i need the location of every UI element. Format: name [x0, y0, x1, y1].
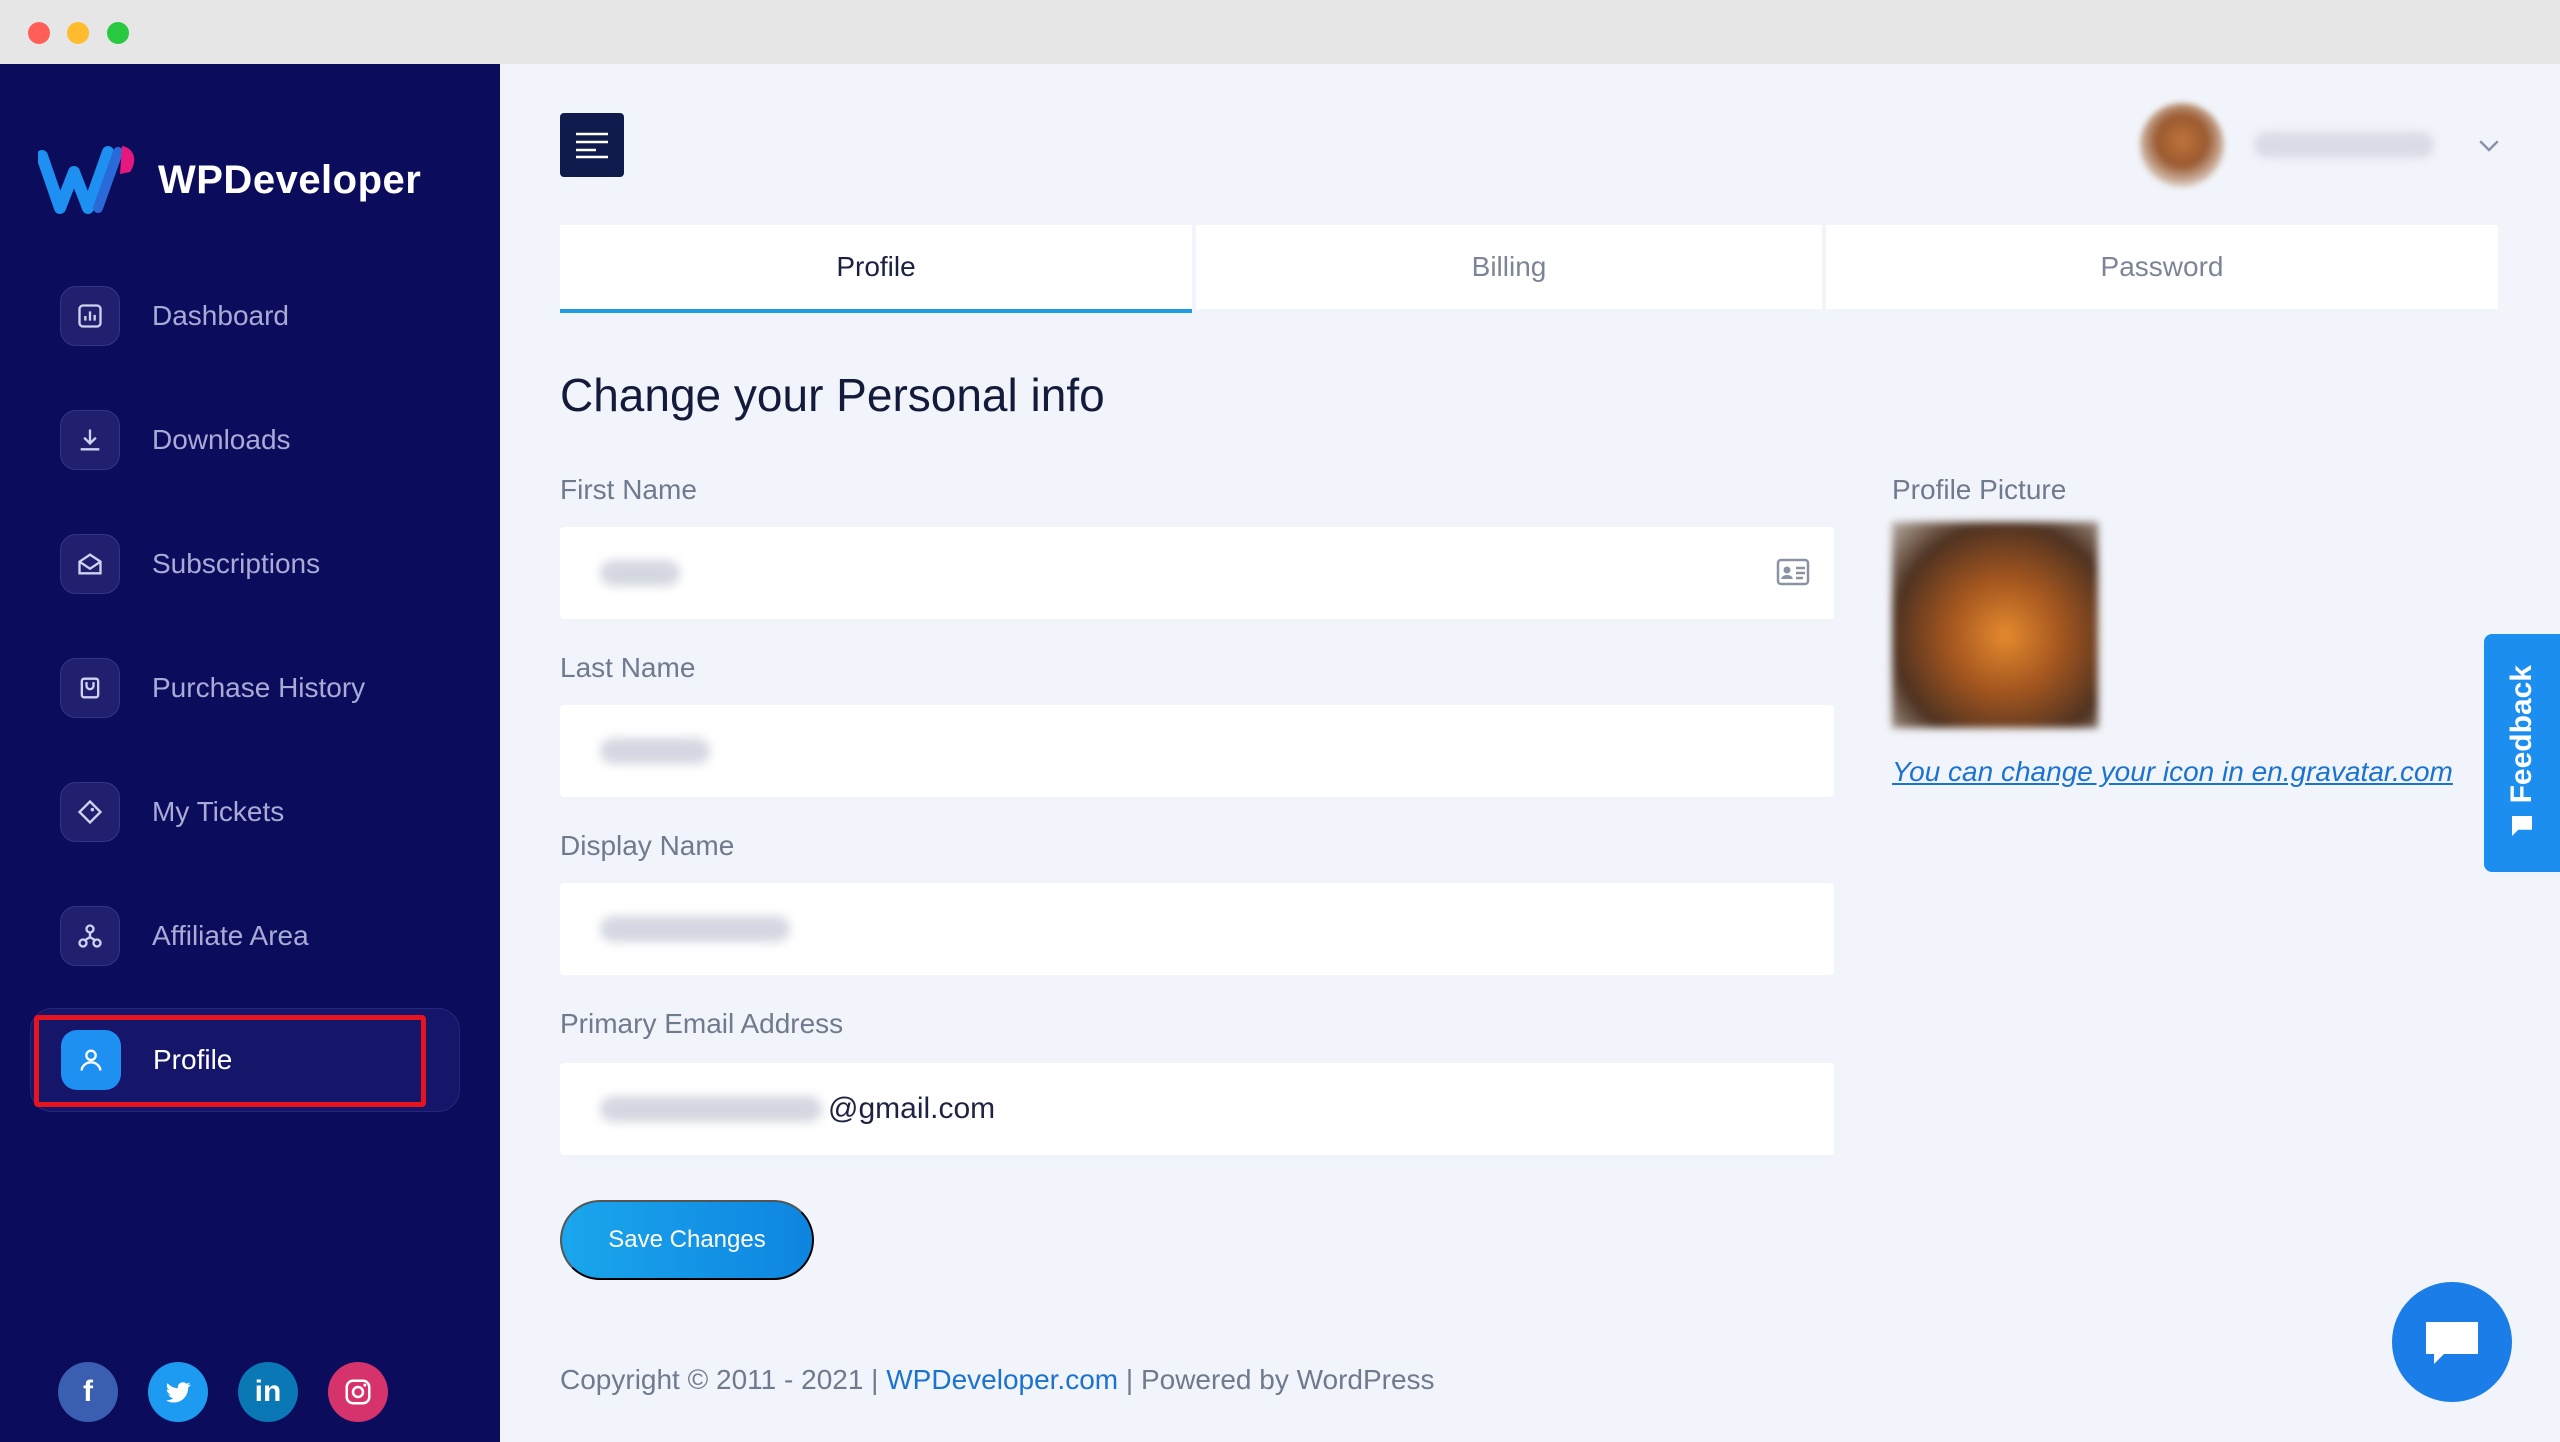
minimize-window-button[interactable] — [67, 22, 89, 44]
page-title: Change your Personal info — [560, 369, 1105, 421]
tab-profile[interactable]: Profile — [560, 225, 1192, 313]
avatar — [2140, 103, 2224, 187]
footer-powered-by: | Powered by WordPress — [1118, 1364, 1435, 1395]
sidebar-item-label: Affiliate Area — [152, 920, 309, 951]
facebook-icon[interactable]: f — [58, 1362, 118, 1422]
save-changes-button[interactable]: Save Changes — [560, 1200, 814, 1280]
sidebar: WPDeveloper Dashboard Downloads Subscrip… — [0, 64, 500, 1442]
user-icon — [61, 1030, 121, 1090]
menu-toggle-button[interactable] — [560, 113, 624, 177]
network-icon — [60, 906, 120, 966]
user-menu[interactable] — [2140, 100, 2520, 190]
chart-icon — [60, 286, 120, 346]
email-domain: @gmail.com — [828, 1092, 996, 1125]
email-field[interactable]: @gmail.com — [560, 1063, 1834, 1155]
feedback-tab[interactable]: Feedback — [2484, 634, 2560, 872]
first-name-field[interactable] — [560, 527, 1834, 619]
sidebar-item-purchase-history[interactable]: Purchase History — [30, 636, 460, 740]
brand-logo[interactable]: WPDeveloper — [38, 142, 421, 218]
last-name-field[interactable] — [560, 705, 1834, 797]
envelope-icon — [60, 534, 120, 594]
sidebar-item-my-tickets[interactable]: My Tickets — [30, 760, 460, 864]
sidebar-item-label: Dashboard — [152, 300, 289, 331]
footer-copyright: Copyright © 2011 - 2021 | — [560, 1364, 887, 1395]
twitter-icon[interactable] — [148, 1362, 208, 1422]
sidebar-item-label: Subscriptions — [152, 548, 321, 579]
sidebar-item-label: Downloads — [152, 424, 291, 455]
first-name-label: First Name — [560, 474, 697, 505]
maximize-window-button[interactable] — [107, 22, 129, 44]
email-label: Primary Email Address — [560, 1008, 844, 1039]
close-window-button[interactable] — [28, 22, 50, 44]
first-name-redacted-value — [600, 560, 680, 586]
last-name-redacted-value — [600, 738, 710, 764]
sidebar-item-label: Profile — [153, 1044, 233, 1075]
sidebar-item-label: Purchase History — [152, 672, 366, 703]
wpdeveloper-logo-icon — [38, 146, 135, 214]
sidebar-item-label: My Tickets — [152, 796, 285, 827]
profile-picture — [1892, 522, 2098, 728]
footer-wpdeveloper-link[interactable]: WPDeveloper.com — [886, 1364, 1118, 1395]
chevron-down-icon — [2479, 140, 2499, 152]
window-titlebar — [0, 0, 2560, 64]
chat-launcher-button[interactable] — [2392, 1282, 2512, 1402]
display-name-label: Display Name — [560, 830, 735, 861]
chat-icon — [2426, 1322, 2478, 1364]
sidebar-item-profile[interactable]: Profile — [30, 1008, 460, 1112]
footer: Copyright © 2011 - 2021 | WPDeveloper.co… — [560, 1364, 1435, 1396]
gravatar-link[interactable]: You can change your icon in en.gravatar.… — [1892, 756, 2453, 788]
contact-card-icon[interactable] — [1776, 557, 1810, 587]
user-name-redacted — [2254, 132, 2434, 158]
profile-picture-label: Profile Picture — [1892, 474, 2067, 505]
social-links: f in — [58, 1362, 388, 1422]
sidebar-item-downloads[interactable]: Downloads — [30, 388, 460, 492]
display-name-field[interactable] — [560, 883, 1834, 975]
menu-icon — [576, 132, 608, 159]
profile-tabs: Profile Billing Password — [560, 225, 2498, 313]
sidebar-item-dashboard[interactable]: Dashboard — [30, 264, 460, 368]
feedback-label: Feedback — [2505, 664, 2538, 804]
display-name-redacted-value — [600, 916, 790, 942]
last-name-label: Last Name — [560, 652, 696, 683]
tab-billing[interactable]: Billing — [1196, 225, 1822, 309]
speech-bubble-icon — [2512, 816, 2532, 837]
linkedin-icon[interactable]: in — [238, 1362, 298, 1422]
email-redacted-value — [600, 1096, 822, 1122]
sidebar-item-affiliate-area[interactable]: Affiliate Area — [30, 884, 460, 988]
download-icon — [60, 410, 120, 470]
instagram-icon[interactable] — [328, 1362, 388, 1422]
tab-password[interactable]: Password — [1826, 225, 2498, 309]
sidebar-item-subscriptions[interactable]: Subscriptions — [30, 512, 460, 616]
ticket-icon — [60, 782, 120, 842]
bag-icon — [60, 658, 120, 718]
brand-name: WPDeveloper — [158, 157, 422, 202]
